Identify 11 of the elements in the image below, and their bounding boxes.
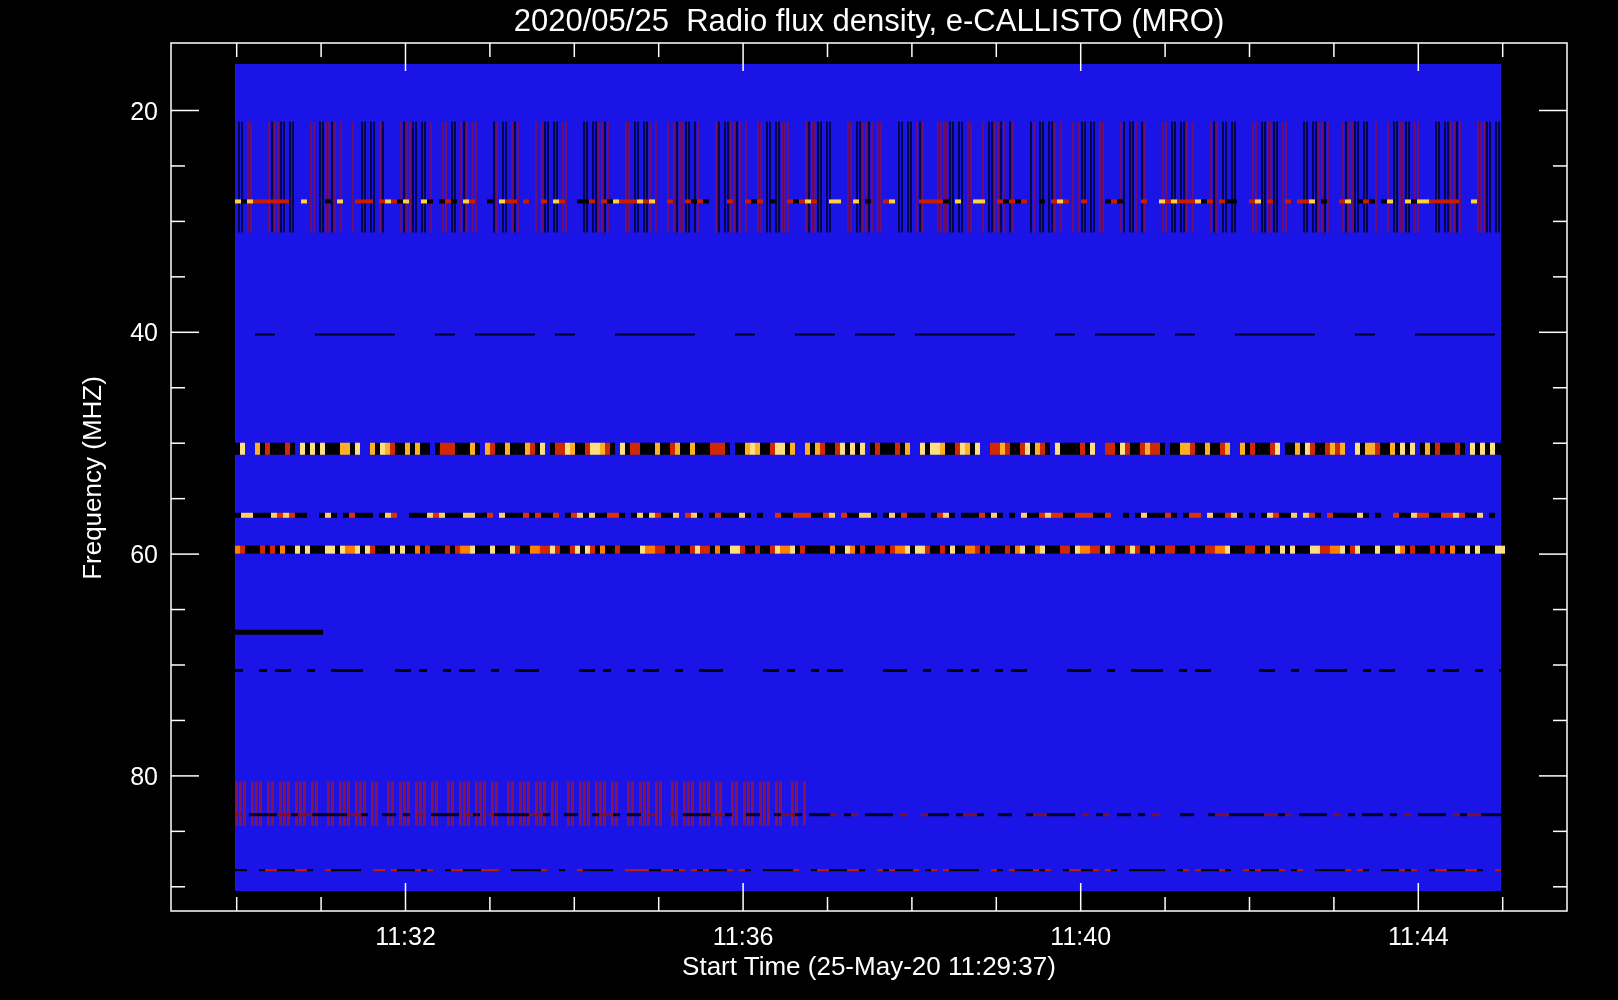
x-axis-label: Start Time (25-May-20 11:29:37) [682,951,1056,981]
chart-title: 2020/05/25 Radio flux density, e-CALLISTO (MRO) [513,3,1225,38]
x-tick-label: 11:40 [1050,922,1112,950]
y-axis-label: Frequency (MHZ) [77,376,107,580]
y-tick-label: 80 [130,761,158,790]
x-tick-label: 11:32 [375,922,436,950]
x-tick-label: 11:44 [1387,922,1449,950]
y-tick-label: 40 [130,318,158,347]
y-tick-label: 20 [130,96,158,125]
x-tick-label: 11:36 [712,922,774,950]
y-tick-label: 60 [130,540,158,569]
